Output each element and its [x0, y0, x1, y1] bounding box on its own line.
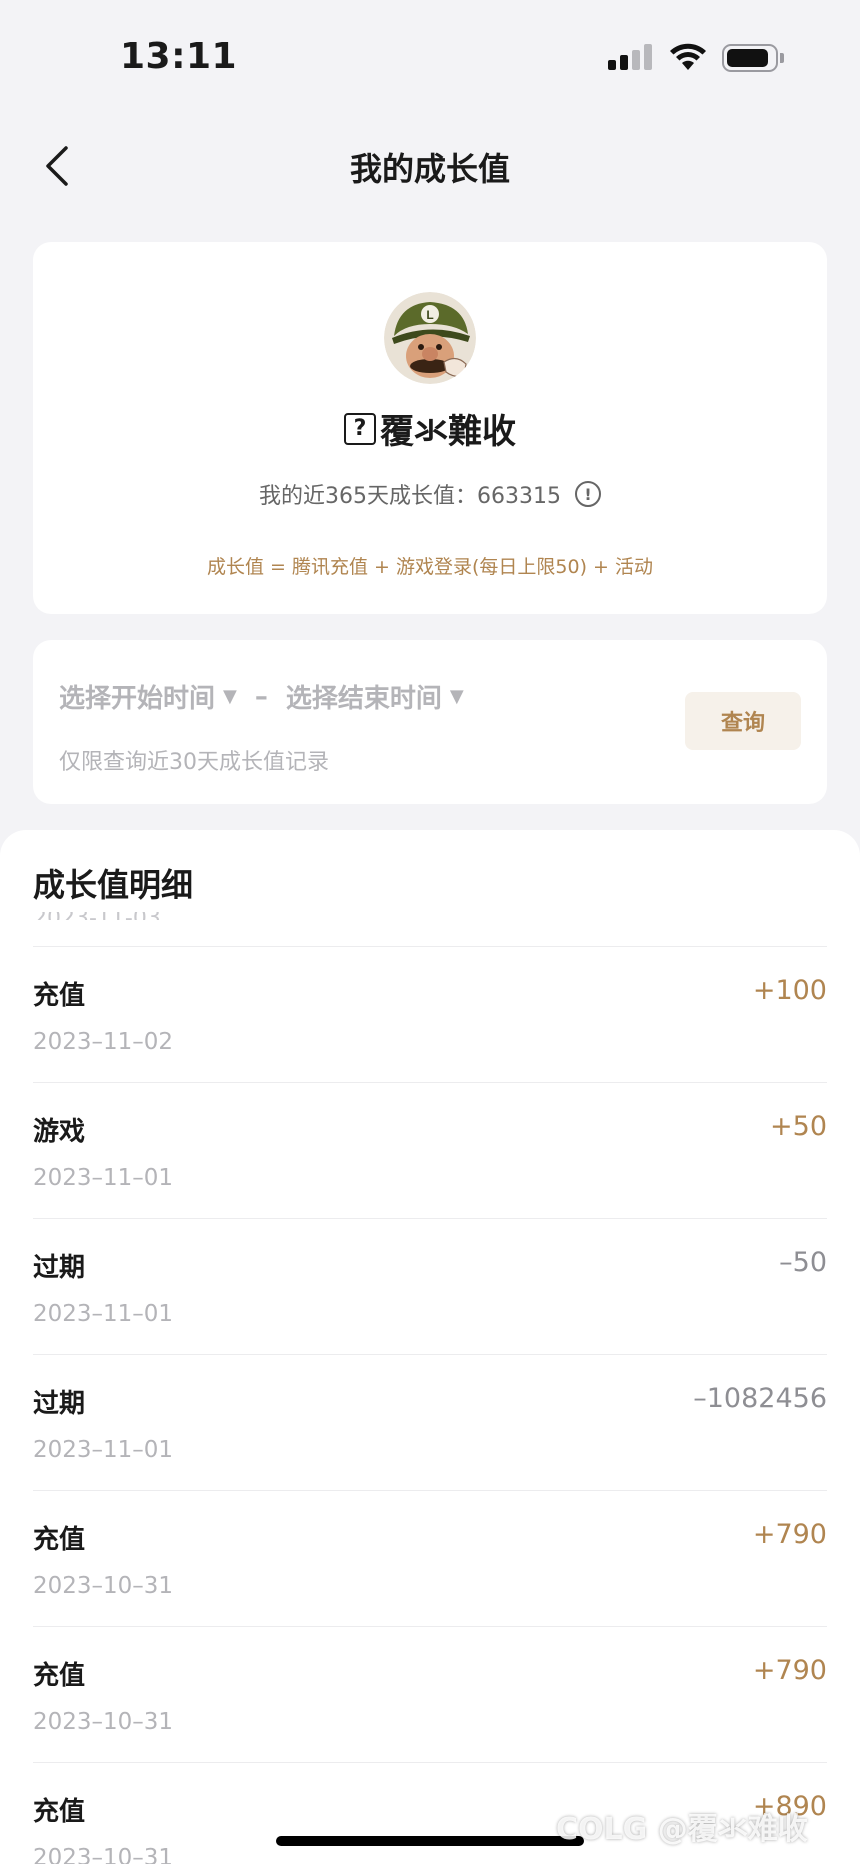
record-type: 游戏: [33, 1117, 86, 1147]
growth-formula: 成长值 = 腾讯充值 + 游戏登录(每日上限50) + 活动: [206, 556, 653, 578]
record-date: 2023–11–01: [33, 1165, 174, 1191]
page-title: 我的成长值: [349, 150, 510, 188]
info-icon[interactable]: !: [574, 481, 601, 507]
record-date: 2023–11–02: [33, 1029, 174, 1055]
record-type: 充值: [33, 1797, 86, 1827]
record-date: 2023–10–31: [33, 1845, 174, 1864]
end-date-picker[interactable]: 选择结束时间: [286, 678, 442, 715]
growth-value-text: 我的近365天成长值：663315: [259, 484, 561, 509]
unknown-glyph-icon: ?: [344, 412, 376, 445]
home-indicator[interactable]: [276, 1836, 584, 1846]
caret-down-icon[interactable]: ▼: [450, 686, 464, 707]
caret-down-icon[interactable]: ▼: [223, 686, 237, 707]
record-type: 充值: [33, 1661, 86, 1691]
record-type: 充值: [33, 981, 86, 1011]
record-type: 过期: [33, 1253, 86, 1283]
nickname-text: 覆氺難收: [380, 412, 516, 452]
battery-icon: [722, 44, 784, 72]
growth-detail-sheet[interactable]: 成长值明细 2023-11-03 充值 2023–11–02 +100 游戏 2023–…: [0, 830, 860, 1864]
record-amount: +100: [752, 975, 827, 1006]
list-item[interactable]: 充值 2023–10–31 +790: [33, 1491, 827, 1626]
status-bar: 13:11: [0, 0, 860, 110]
range-separator: –: [254, 681, 268, 712]
record-date: 2023–11–01: [33, 1437, 174, 1463]
record-type: 充值: [33, 1525, 86, 1555]
record-date: 2023–11–01: [33, 1301, 174, 1327]
nav-bar: 我的成长值: [0, 120, 860, 210]
date-range-row: 选择开始时间 ▼ – 选择结束时间 ▼: [59, 678, 464, 715]
wifi-icon: [670, 43, 706, 70]
list-item[interactable]: 过期 2023–11–01 –50: [33, 1219, 827, 1354]
svg-text:L: L: [426, 308, 433, 322]
nickname: ? 覆氺難收: [33, 404, 827, 453]
profile-card: L ? 覆氺難收 我的近365天成长值：663315 ! 成长值 = 腾讯充值 …: [33, 242, 827, 614]
query-button[interactable]: 查询: [685, 692, 801, 750]
start-date-picker[interactable]: 选择开始时间: [59, 678, 215, 715]
record-amount: –50: [779, 1247, 827, 1278]
record-type: 过期: [33, 1389, 86, 1419]
record-amount: –1082456: [693, 1383, 827, 1414]
query-card: 选择开始时间 ▼ – 选择结束时间 ▼ 仅限查询近30天成长值记录 查询: [33, 640, 827, 804]
query-hint: 仅限查询近30天成长值记录: [59, 750, 329, 775]
watermark: COLG @覆氺难收: [556, 1812, 808, 1847]
signal-icon: [608, 44, 656, 70]
record-amount: +790: [752, 1655, 827, 1686]
list-item[interactable]: 游戏 2023–11–01 +50: [33, 1083, 827, 1218]
growth-value-line: 我的近365天成长值：663315 !: [33, 478, 827, 510]
list-item[interactable]: 充值 2023–11–02 +100: [33, 947, 827, 1082]
record-amount: +50: [770, 1111, 827, 1142]
list-item[interactable]: 充值 2023–10–31 +790: [33, 1627, 827, 1762]
record-amount: +790: [752, 1519, 827, 1550]
record-date: 2023–10–31: [33, 1573, 174, 1599]
avatar[interactable]: L: [384, 292, 476, 384]
status-time: 13:11: [120, 36, 238, 77]
list-item[interactable]: 过期 2023–11–01 –1082456: [33, 1355, 827, 1490]
detail-title: 成长值明细: [33, 866, 194, 904]
scrolled-record-remnant: 2023-11-03: [33, 912, 161, 920]
record-date: 2023–10–31: [33, 1709, 174, 1735]
